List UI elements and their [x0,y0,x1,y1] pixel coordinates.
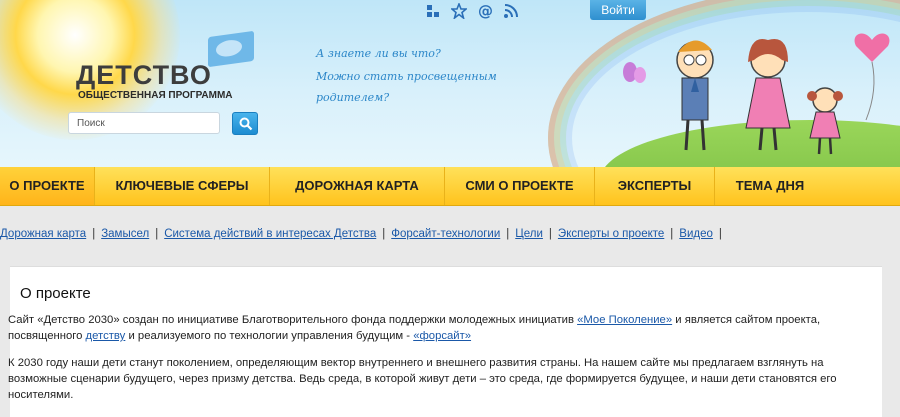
paragraph-text: и реализуемого по технологии управления … [125,330,414,342]
nav-item-key-areas[interactable]: КЛЮЧЕВЫЕ СФЕРЫ [95,167,270,205]
family-illustration [623,33,890,155]
svg-text:@: @ [478,3,493,19]
paragraph-text: Сайт «Детство 2030» создан по инициативе… [8,314,578,326]
subnav-link-goals[interactable]: Цели [515,228,543,240]
subnav-link-video[interactable]: Видео [679,228,713,240]
search-input[interactable] [68,112,220,134]
link-my-generation[interactable]: «Мое Поколение» [577,314,672,326]
nav-item-roadmap[interactable]: ДОРОЖНАЯ КАРТА [270,167,445,205]
subnav-link-actions-system[interactable]: Система действий в интересах Детства [164,228,376,240]
heart-balloon-icon [854,33,890,121]
father-figure [676,40,714,151]
tagline-line-2: Можно стать просвещенным [316,70,497,83]
nav-item-media[interactable]: СМИ О ПРОЕКТЕ [445,167,595,205]
subnav-separator: | [506,228,510,240]
login-button[interactable]: Войти [590,0,646,20]
rss-icon[interactable] [503,3,519,19]
page-title: О проекте [20,285,91,302]
subnav-separator: | [155,228,159,240]
email-icon[interactable]: @ [477,2,493,20]
link-foresight[interactable]: «форсайт» [413,330,471,342]
sub-navigation: Дорожная карта | Замысел | Система действий … [0,228,728,240]
subnav-separator: | [92,228,96,240]
header-banner: ДЕТСТВО ОБЩЕСТВЕННАЯ ПРОГРАММА @ Войти А… [0,0,900,167]
mother-figure [745,38,791,151]
butterfly-icon [623,62,646,83]
logo-title[interactable]: ДЕТСТВО [76,60,212,91]
share-icon[interactable] [425,3,441,19]
logo-subtitle: ОБЩЕСТВЕННАЯ ПРОГРАММА [78,90,233,101]
nav-item-topic-of-day[interactable]: ТЕМА ДНЯ [715,167,825,205]
logo-globe-icon [208,30,254,68]
main-nav: О ПРОЕКТЕ КЛЮЧЕВЫЕ СФЕРЫ ДОРОЖНАЯ КАРТА … [0,167,900,206]
nav-item-about[interactable]: О ПРОЕКТЕ [0,167,95,205]
tagline-line-3: родителем? [316,91,390,104]
subnav-link-experts[interactable]: Эксперты о проекте [558,228,664,240]
subnav-link-foresight[interactable]: Форсайт-технологии [391,228,500,240]
child-figure [807,87,843,155]
subnav-separator: | [382,228,386,240]
search-icon [239,117,253,131]
subnav-separator: | [548,228,552,240]
search-button[interactable] [232,112,258,135]
intro-paragraph: Сайт «Детство 2030» создан по инициативе… [8,312,874,344]
content-panel: О проекте Сайт «Детство 2030» создан по … [8,266,882,417]
star-icon[interactable] [449,1,469,21]
subnav-link-roadmap[interactable]: Дорожная карта [0,228,86,240]
subnav-separator: | [670,228,674,240]
subnav-separator: | [718,228,722,240]
subnav-link-concept[interactable]: Замысел [101,228,149,240]
tagline-line-1: А знаете ли вы что? [316,47,441,60]
nav-item-experts[interactable]: ЭКСПЕРТЫ [595,167,715,205]
social-icons: @ [425,0,519,22]
link-childhood[interactable]: детству [86,330,126,342]
second-paragraph: К 2030 году наши дети станут поколением,… [8,357,837,401]
